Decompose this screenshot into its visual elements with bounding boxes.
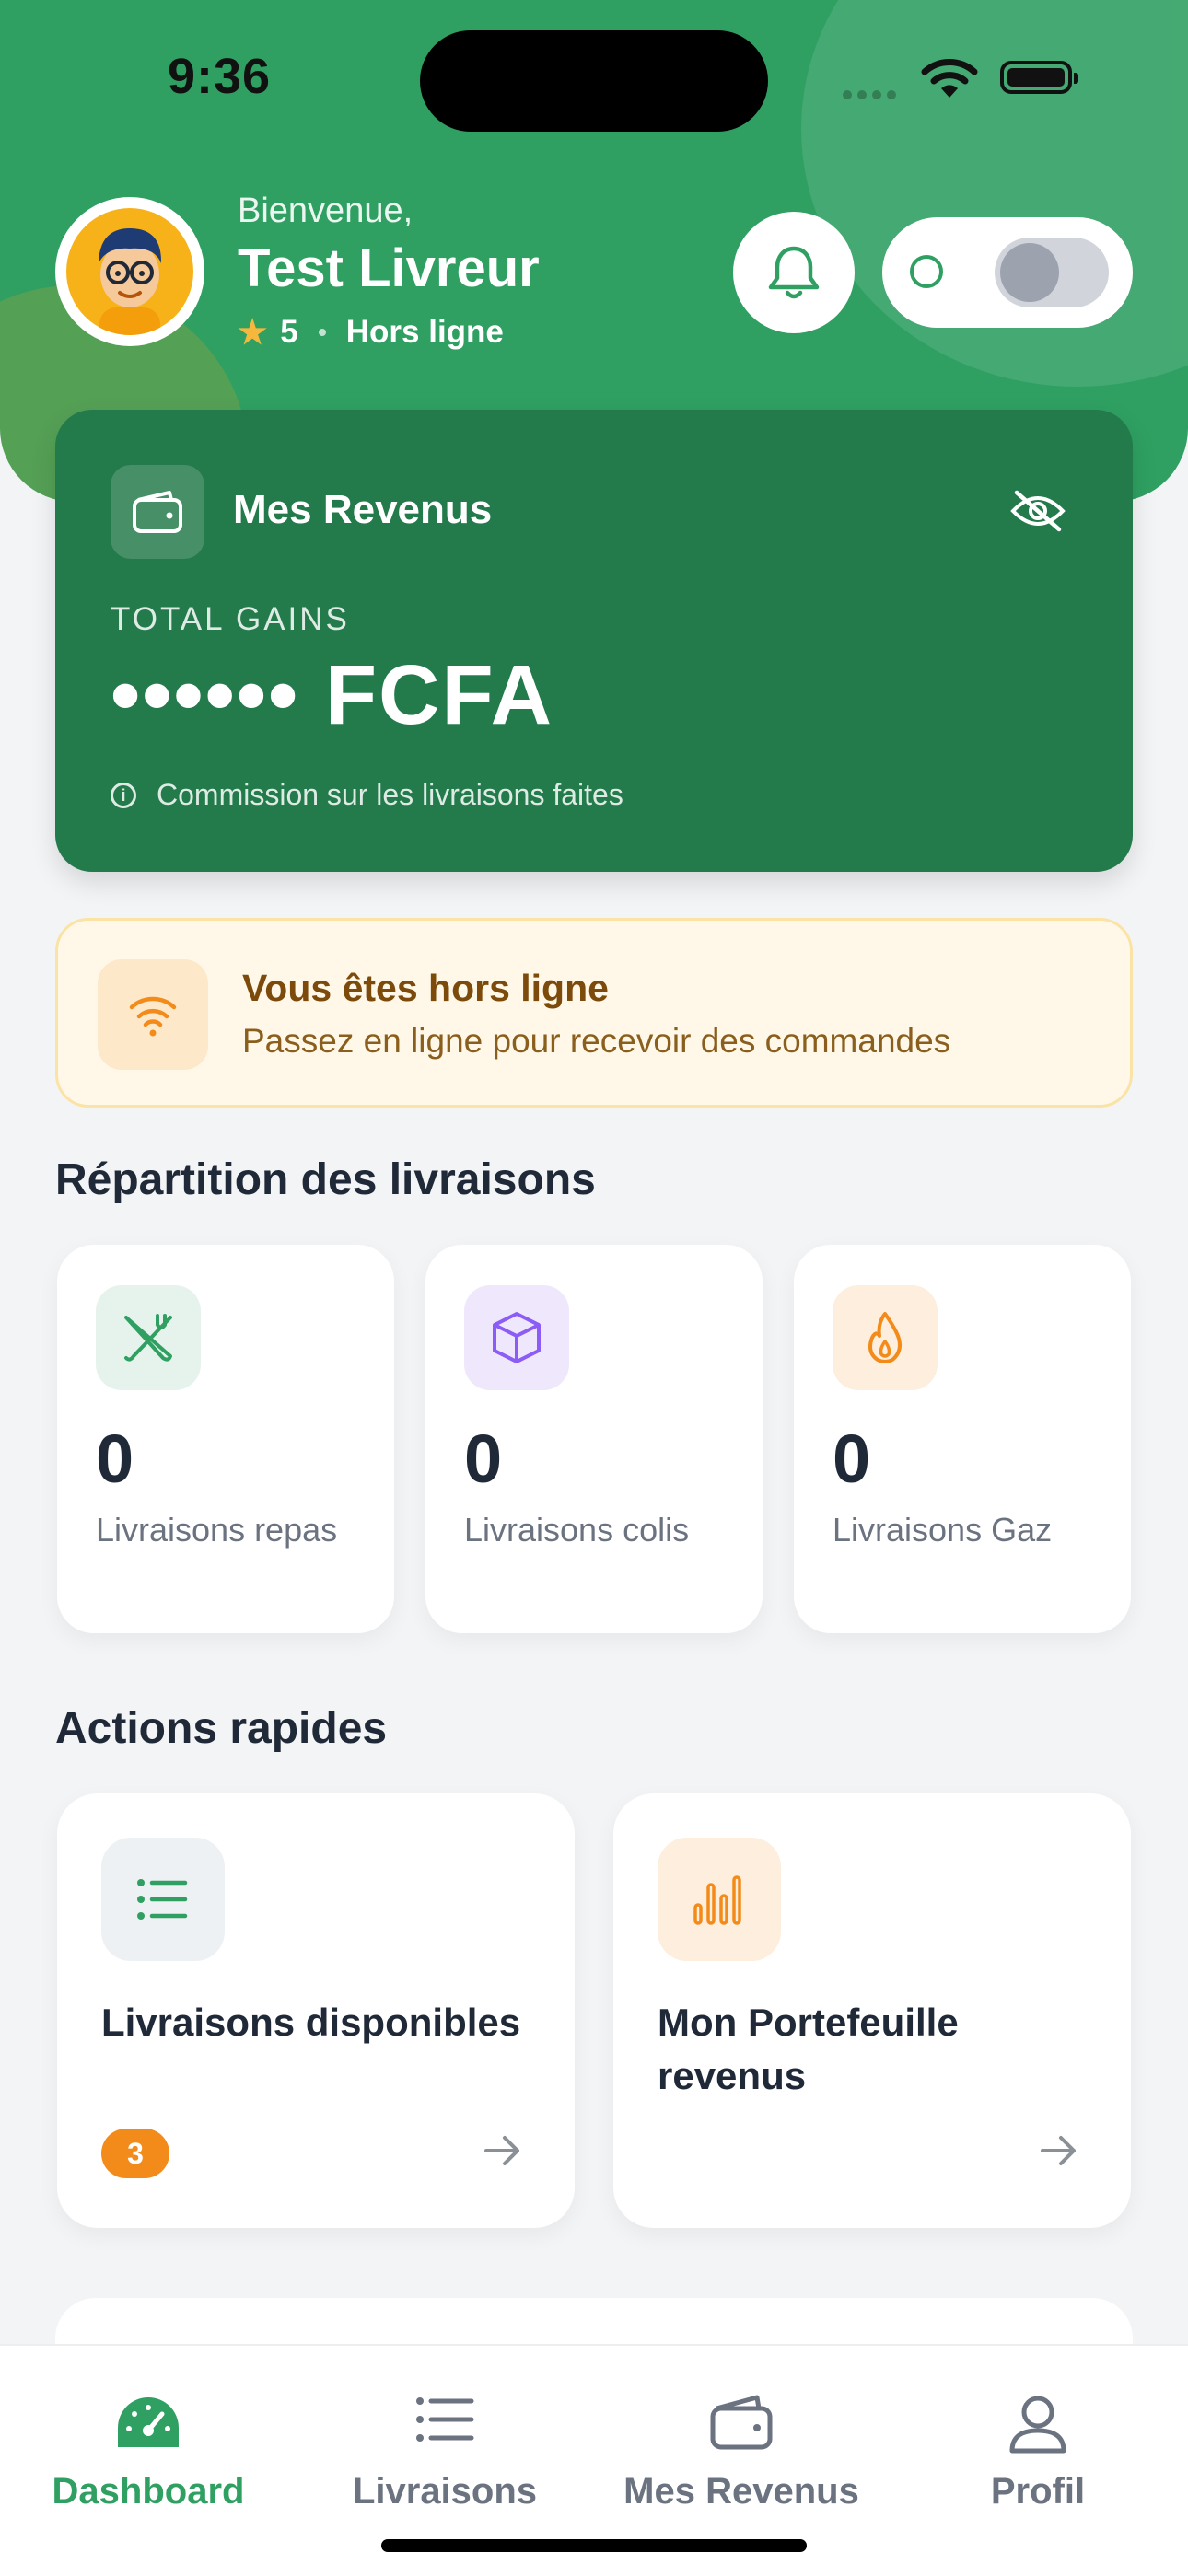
arrow-right-icon: [1041, 2136, 1076, 2165]
notifications-button[interactable]: [733, 212, 855, 333]
quick-action-wallet[interactable]: Mon Portefeuille revenus: [613, 1793, 1131, 2228]
home-indicator: [381, 2539, 807, 2552]
dashboard-gauge-icon: [118, 2397, 179, 2447]
fork-knife-icon: [124, 1314, 172, 1362]
wifi-icon: [921, 59, 978, 98]
stat-label: Livraisons repas: [96, 1511, 338, 1549]
list-icon: [416, 2397, 474, 2442]
quick-action-available-deliveries[interactable]: Livraisons disponibles 3: [57, 1793, 575, 2228]
stat-card-colis[interactable]: 0 Livraisons colis: [425, 1245, 763, 1633]
revenue-note: i Commission sur les livraisons faites: [111, 778, 623, 812]
stat-label: Livraisons colis: [464, 1511, 690, 1549]
list-icon: [137, 1879, 188, 1920]
tab-livraisons[interactable]: Livraisons: [297, 2346, 593, 2530]
star-icon: ★: [238, 313, 268, 351]
welcome-text: Bienvenue,: [238, 191, 413, 230]
flame-icon-box: [833, 1285, 938, 1390]
total-gains-amount: •••••• FCFA: [111, 648, 554, 742]
tab-label: Livraisons: [352, 2471, 538, 2512]
online-toggle[interactable]: [882, 217, 1133, 328]
tab-label: Mes Revenus: [623, 2471, 859, 2512]
bell-icon: [768, 246, 820, 299]
quick-actions-title: Actions rapides: [55, 1704, 388, 1753]
avatar[interactable]: [55, 197, 204, 346]
tab-label: Dashboard: [52, 2471, 245, 2512]
rating-value: 5: [280, 314, 298, 350]
avatar-illustration: [99, 228, 162, 335]
revenue-title: Mes Revenus: [233, 487, 493, 532]
offline-message: Passez en ligne pour recevoir des comman…: [242, 1022, 951, 1060]
list-icon-box: [101, 1838, 225, 1961]
wallet-icon: [133, 491, 182, 533]
wifi-icon: [129, 996, 177, 1037]
user-name: Test Livreur: [238, 238, 540, 298]
decorative-circle: [801, 0, 1188, 387]
dynamic-island: [420, 30, 768, 132]
count-badge: 3: [101, 2129, 169, 2178]
stat-card-repas[interactable]: 0 Livraisons repas: [57, 1245, 394, 1633]
tab-mes-revenus[interactable]: Mes Revenus: [593, 2346, 890, 2530]
offline-title: Vous êtes hors ligne: [242, 967, 609, 1009]
box-icon-box: [464, 1285, 569, 1390]
revenue-card[interactable]: Mes Revenus TOTAL GAINS •••••• FCFA i Co…: [55, 410, 1133, 872]
stat-label: Livraisons Gaz: [833, 1511, 1053, 1549]
quick-action-label: Livraisons disponibles: [101, 2001, 521, 2044]
tab-dashboard[interactable]: Dashboard: [0, 2346, 297, 2530]
wallet-icon-box: [111, 465, 204, 559]
stat-value: 0: [464, 1421, 503, 1497]
wallet-icon: [710, 2395, 773, 2450]
tab-profil[interactable]: Profil: [890, 2346, 1186, 2530]
bar-chart-icon: [693, 1875, 741, 1925]
separator-dot: [318, 329, 326, 336]
status-time: 9:36: [168, 49, 272, 104]
quick-action-label: Mon Portefeuille revenus: [658, 2001, 959, 2097]
status-ring-icon: [910, 255, 943, 288]
total-gains-label: TOTAL GAINS: [111, 601, 350, 637]
battery-icon: [1000, 61, 1078, 94]
person-icon: [1009, 2396, 1066, 2454]
bar-chart-icon-box: [658, 1838, 781, 1961]
rating-row: ★ 5 Hors ligne: [238, 313, 504, 352]
eye-off-icon[interactable]: [1009, 489, 1066, 533]
toggle-switch[interactable]: [995, 238, 1109, 307]
stat-value: 0: [833, 1421, 871, 1497]
arrow-right-icon: [484, 2136, 519, 2165]
info-icon: i: [111, 782, 136, 808]
flame-icon: [868, 1312, 902, 1363]
online-status: Hors ligne: [345, 314, 504, 350]
signal-icon: [843, 87, 902, 104]
toggle-knob: [1000, 243, 1059, 302]
offline-banner: Vous êtes hors ligne Passez en ligne pou…: [55, 918, 1133, 1108]
box-icon: [493, 1312, 541, 1363]
stat-value: 0: [96, 1421, 134, 1497]
tab-label: Profil: [990, 2471, 1086, 2512]
revenue-note-text: Commission sur les livraisons faites: [157, 778, 623, 811]
fork-knife-icon-box: [96, 1285, 201, 1390]
wifi-icon-box: [98, 959, 208, 1070]
breakdown-title: Répartition des livraisons: [55, 1155, 596, 1204]
stat-card-gaz[interactable]: 0 Livraisons Gaz: [794, 1245, 1131, 1633]
